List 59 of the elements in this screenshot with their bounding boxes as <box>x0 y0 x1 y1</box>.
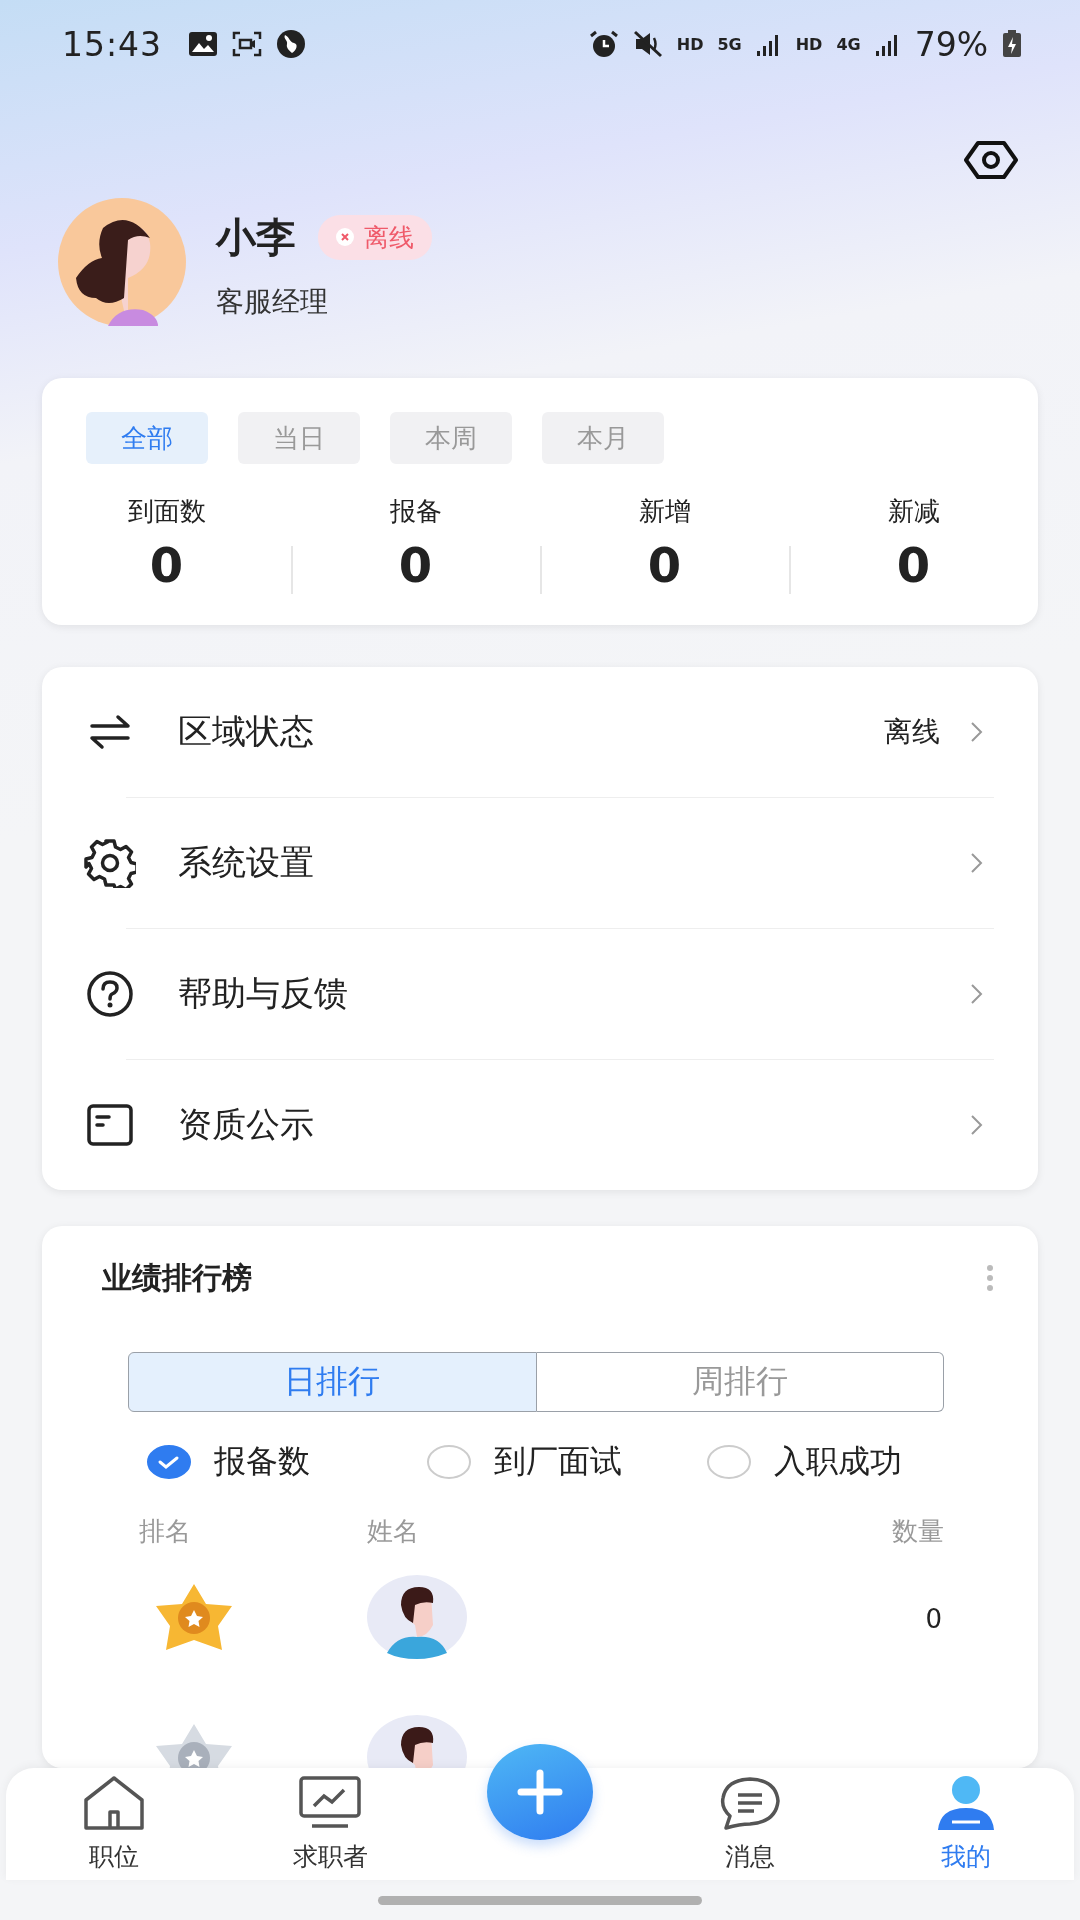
radio-label: 入职成功 <box>774 1441 902 1482</box>
radio-button[interactable] <box>146 1444 192 1480</box>
add-button[interactable] <box>487 1744 593 1840</box>
nav-tab[interactable]: 求职者 <box>222 1768 438 1874</box>
radio-label: 报备数 <box>214 1441 310 1482</box>
document-icon <box>84 1104 136 1146</box>
user-role: 客服经理 <box>216 283 329 320</box>
image-icon <box>188 31 219 57</box>
stat-label: 报备 <box>389 495 442 528</box>
column-header: 排名 <box>138 1515 192 1548</box>
stat-label: 新减 <box>887 495 940 528</box>
globe-icon <box>276 29 307 59</box>
chat-icon <box>718 1774 782 1832</box>
home-icon <box>82 1774 146 1832</box>
network-label: HD <box>795 34 823 54</box>
radio-button[interactable] <box>706 1444 752 1480</box>
chevron-icon <box>970 721 984 743</box>
column-header: 数量 <box>892 1515 944 1548</box>
help-icon <box>84 970 136 1018</box>
ranking-title: 业绩排行榜 <box>102 1258 252 1297</box>
user-name: 小李 <box>216 212 296 262</box>
stat-label: 到面数 <box>127 495 206 528</box>
chevron-icon <box>970 983 984 1005</box>
chevron-icon <box>970 1114 984 1136</box>
nav-tab[interactable]: 我的 <box>858 1768 1074 1874</box>
battery-icon <box>1002 30 1022 58</box>
stat-value: 0 <box>398 541 433 589</box>
close-icon <box>336 228 354 246</box>
settings-icon <box>84 838 136 888</box>
status-tag: 离线 <box>318 214 432 260</box>
screen-record-icon <box>232 31 263 57</box>
stat-value: 0 <box>149 541 184 589</box>
menu-value: 离线 <box>884 714 940 750</box>
radio-label: 到厂面试 <box>494 1441 622 1482</box>
battery-percent: 79% <box>914 24 988 64</box>
radio-button[interactable] <box>426 1444 472 1480</box>
menu-item[interactable]: 区域状态 离线 <box>84 667 994 797</box>
avatar-icon <box>367 1575 467 1659</box>
avatar-icon <box>58 198 186 326</box>
menu-item[interactable]: 帮助与反馈 <box>84 929 994 1059</box>
menu-item[interactable]: 系统设置 <box>84 798 994 928</box>
stat-value: 0 <box>896 541 931 589</box>
eye-icon[interactable] <box>964 140 1018 180</box>
column-header: 姓名 <box>367 1515 420 1548</box>
stat-label: 新增 <box>638 495 691 528</box>
ranking-count: 0 <box>925 1604 942 1634</box>
network-label: 4G <box>836 34 861 54</box>
network-label: 5G <box>717 34 742 54</box>
plus-icon <box>515 1767 565 1817</box>
nav-tab[interactable]: 消息 <box>642 1768 858 1874</box>
mute-icon <box>632 30 663 58</box>
chevron-icon <box>970 852 984 874</box>
status-time: 15:43 <box>62 24 163 64</box>
alarm-icon <box>588 30 619 58</box>
nav-tab[interactable]: 职位 <box>6 1768 222 1874</box>
menu-item[interactable]: 资质公示 <box>84 1060 994 1190</box>
stat-value: 0 <box>647 541 682 589</box>
more-icon[interactable] <box>986 1264 994 1292</box>
network-label: HD <box>676 34 704 54</box>
